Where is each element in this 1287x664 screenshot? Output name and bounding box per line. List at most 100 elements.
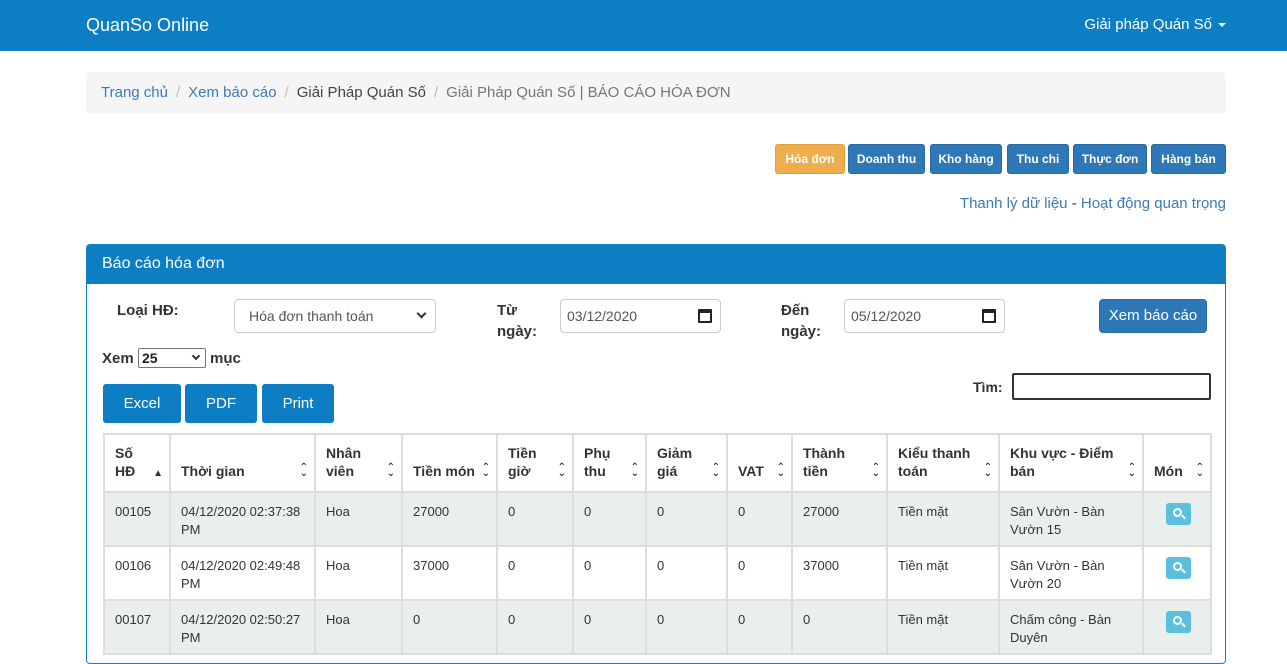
links-separator: - [1067,195,1081,212]
to-date-label: Đến ngày: [781,300,821,342]
table-row[interactable]: 00105 04/12/2020 02:37:38 PM Hoa 27000 0 0 0 0 27… [103,491,1212,547]
breadcrumb-home[interactable]: Trang chủ [101,84,168,101]
header-label: Thời gian [181,463,245,479]
cell-line: 04/12/2020 02:37:38 [181,504,301,519]
page-size-select[interactable]: 25 [138,348,206,368]
view-items-button[interactable] [1166,611,1191,633]
cell-phu-thu: 0 [572,491,647,547]
sort-icon[interactable]: ⌃ ⌄ [558,463,566,479]
table-row[interactable]: 00106 04/12/2020 02:49:48 PM Hoa 37000 0 0 0 0 37… [103,545,1212,601]
tab-thu-chi[interactable]: Thu chi [1007,144,1069,174]
show-prefix-label: Xem [102,350,134,367]
page-size-value: 25 [142,350,158,366]
sort-icon[interactable]: ⌃ ⌄ [482,463,490,479]
cell-area: Sân Vườn - Bàn Vườn 20 [998,545,1144,601]
pdf-export-button[interactable]: PDF [185,384,257,423]
tab-hoa-don[interactable]: Hóa đơn [775,144,845,174]
cell-line: Sân Vườn - Bàn [1010,558,1105,573]
data-cleanup-link[interactable]: Thanh lý dữ liệu [960,195,1068,212]
view-report-button[interactable]: Xem báo cáo [1099,299,1207,333]
col-vat-header[interactable]: VAT ⌃ ⌄ [726,433,793,493]
header-label: Nhân [326,445,361,461]
cell-line: PM [181,630,201,645]
cell-tien-gio: 0 [496,545,574,601]
invoice-type-select[interactable]: Hóa đơn thanh toán [234,299,436,333]
col-kieu-thanh-toan-header[interactable]: Kiểu thanh toán ⌃ ⌄ [886,433,1000,493]
calendar-icon[interactable] [698,309,712,323]
from-date-label-line2: ngày: [497,323,538,340]
col-phu-thu-header[interactable]: Phụ thu ⌃ ⌄ [572,433,647,493]
cell-line: PM [181,576,201,591]
excel-export-button[interactable]: Excel [103,384,181,423]
col-thoi-gian-header[interactable]: Thời gian ⌃ ⌄ [169,433,316,493]
sort-icon[interactable]: ⌃ ⌄ [777,463,785,479]
sort-icon[interactable]: ⌃ ⌄ [631,463,639,479]
col-tien-mon-header[interactable]: Tiền món ⌃ ⌄ [401,433,498,493]
search-label: Tìm: [973,379,1003,395]
table-body: 00105 04/12/2020 02:37:38 PM Hoa 27000 0 0 0 0 27… [103,491,1212,655]
header-label: giá [657,463,678,479]
cell-mon [1142,491,1212,547]
to-date-value: 05/12/2020 [851,308,922,324]
col-tien-gio-header[interactable]: Tiền giờ ⌃ ⌄ [496,433,574,493]
breadcrumb-separator: / [433,84,439,101]
to-date-input[interactable]: 05/12/2020 [844,299,1005,333]
header-label: toán [898,463,928,479]
view-items-button[interactable] [1166,503,1191,525]
header-label: Tiền [508,445,537,461]
cell-line: Vườn 20 [1010,576,1062,591]
col-nhan-vien-header[interactable]: Nhân viên ⌃ ⌄ [314,433,403,493]
col-so-hd-header[interactable]: Số HĐ ▲ [103,433,171,493]
tab-doanh-thu[interactable]: Doanh thu [848,144,925,174]
col-khu-vuc-header[interactable]: Khu vực - Điểm bán ⌃ ⌄ [998,433,1144,493]
search-icon-handle [1181,568,1186,574]
breadcrumb-current: Giải Pháp Quán Số | BÁO CÁO HÓA ĐƠN [446,84,731,101]
table-header-row: Số HĐ ▲ Thời gian ⌃ ⌄ Nhân viên ⌃ ⌄ Tiền món ⌃ ⌄ Tiền… [103,433,1212,493]
search-icon-handle [1181,514,1186,520]
important-activity-link[interactable]: Hoạt động quan trọng [1081,195,1226,212]
tab-thuc-don[interactable]: Thực đơn [1073,144,1147,174]
solution-menu-dropdown[interactable]: Giải pháp Quán Số [1084,16,1226,33]
breadcrumb: Trang chủ / Xem báo cáo / Giải Pháp Quán Số /… [86,72,1226,113]
view-items-button[interactable] [1166,557,1191,579]
brand-logo[interactable]: QuanSo Online [86,15,209,36]
top-navbar: QuanSo Online Giải pháp Quán Số [0,0,1287,51]
cell-so-hd: 00105 [103,491,171,547]
cell-line: Duyên [1010,630,1048,645]
sort-icon[interactable]: ⌃ ⌄ [1196,463,1204,479]
sort-icon[interactable]: ⌃ ⌄ [1128,463,1136,479]
cell-time: 04/12/2020 02:49:48 PM [169,545,316,601]
search-input[interactable] [1012,373,1211,400]
col-mon-header[interactable]: Món ⌃ ⌄ [1142,433,1212,493]
tab-hang-ban[interactable]: Hàng bán [1151,144,1226,174]
header-label: Giảm [657,445,693,461]
sort-icon[interactable]: ⌃ ⌄ [387,463,395,479]
print-button[interactable]: Print [262,384,334,423]
cell-staff: Hoa [314,545,403,601]
cell-tien-mon: 27000 [401,491,498,547]
show-suffix-label: mục [210,350,241,367]
cell-vat: 0 [726,545,793,601]
header-label: Số [115,445,133,461]
calendar-icon[interactable] [982,309,996,323]
cell-tien-mon: 37000 [401,545,498,601]
col-thanh-tien-header[interactable]: Thành tiền ⌃ ⌄ [791,433,888,493]
invoice-type-label: Loại HĐ: [117,302,179,319]
sort-icon[interactable]: ⌃ ⌄ [872,463,880,479]
header-label: bán [1010,463,1035,479]
col-giam-gia-header[interactable]: Giảm giá ⌃ ⌄ [645,433,728,493]
cell-payment: Tiền mặt [886,491,1000,547]
header-label: Thành [803,445,845,461]
from-date-input[interactable]: 03/12/2020 [560,299,721,333]
chevron-down-icon [416,308,427,319]
sort-icon[interactable]: ⌃ ⌄ [300,463,308,479]
tab-kho-hang[interactable]: Kho hàng [930,144,1002,174]
cell-line: Vườn 15 [1010,522,1062,537]
header-label: tiền [803,463,828,479]
cell-so-hd: 00106 [103,545,171,601]
breadcrumb-reports[interactable]: Xem báo cáo [188,84,276,101]
invoice-report-panel: Báo cáo hóa đơn Loại HĐ: Hóa đơn thanh t… [86,244,1226,664]
sort-icon[interactable]: ⌃ ⌄ [712,463,720,479]
sort-icon[interactable]: ⌃ ⌄ [984,463,992,479]
sort-asc-icon[interactable]: ▲ [153,469,163,479]
